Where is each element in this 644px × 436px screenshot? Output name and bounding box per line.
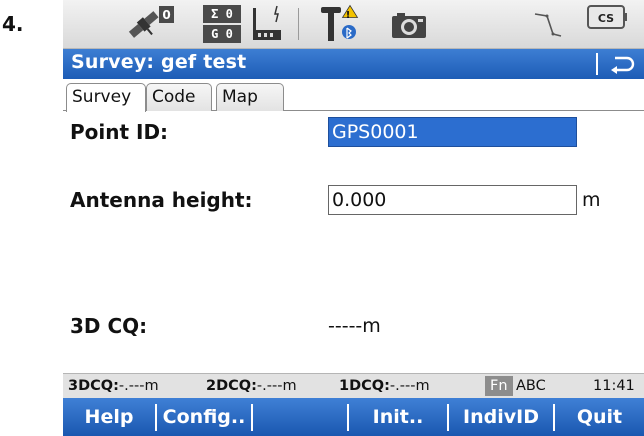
tab-map[interactable]: Map xyxy=(216,83,284,111)
point-id-field[interactable]: GPS0001 xyxy=(328,117,577,147)
step-number: 4. xyxy=(2,12,24,36)
cq3d-value: -.---m xyxy=(118,378,159,394)
clock-time: 11:41 xyxy=(593,378,635,394)
indiv-id-button[interactable]: IndivID xyxy=(449,398,553,436)
input-mode: ABC xyxy=(516,378,546,394)
svg-text:!: ! xyxy=(346,10,351,21)
tab-code[interactable]: Code xyxy=(146,83,212,111)
line-survey-icon[interactable] xyxy=(531,4,565,44)
controller-screen: 0 Σ 0 G 0 ! CS Survey: gef test Survey C… xyxy=(63,0,644,436)
softkey-bar: Help Config.. Init.. IndivID Quit xyxy=(63,398,644,436)
back-icon[interactable] xyxy=(603,51,641,77)
cq2d-value: -.---m xyxy=(256,378,297,394)
antenna-height-unit: m xyxy=(582,189,601,211)
antenna-height-field[interactable]: 0.000 xyxy=(328,185,577,215)
cq1d-label: 1DCQ: xyxy=(339,378,390,394)
cq3d-label: 3DCQ: xyxy=(68,378,119,394)
config-button[interactable]: Config.. xyxy=(157,398,251,436)
sigma-count: Σ 0 xyxy=(203,5,241,23)
gps-count: G 0 xyxy=(203,25,241,43)
init-button[interactable]: Init.. xyxy=(349,398,447,436)
fn-badge: Fn xyxy=(485,376,513,396)
sigma-gps-count-icon[interactable]: Σ 0 G 0 xyxy=(203,5,241,43)
quit-button[interactable]: Quit xyxy=(555,398,644,436)
cq-3d-label: 3D CQ: xyxy=(70,314,148,338)
help-button[interactable]: Help xyxy=(63,398,155,436)
quality-status-bar: 3DCQ:-.---m 2DCQ:-.---m 1DCQ:-.---m Fn A… xyxy=(63,373,644,398)
antenna-height-label: Antenna height: xyxy=(70,188,253,212)
cq1d-value: -.---m xyxy=(389,378,430,394)
satellite-icon[interactable]: 0 xyxy=(123,4,175,44)
point-id-label: Point ID: xyxy=(70,120,169,144)
satellite-count: 0 xyxy=(162,8,170,22)
title-separator xyxy=(596,53,598,75)
cs-controller-icon[interactable]: CS xyxy=(585,4,629,44)
page-title: Survey: gef test xyxy=(71,51,247,73)
status-icon-bar: 0 Σ 0 G 0 ! CS xyxy=(63,0,644,49)
status-separator xyxy=(298,8,299,40)
cs-label: CS xyxy=(598,12,614,25)
rover-bluetooth-icon[interactable]: ! xyxy=(319,4,369,44)
tab-survey[interactable]: Survey xyxy=(66,83,146,112)
cq2d-label: 2DCQ: xyxy=(206,378,257,394)
empty-softkey[interactable] xyxy=(253,398,347,436)
title-bar: Survey: gef test xyxy=(63,49,644,79)
cq-3d-value: -----m xyxy=(328,315,381,337)
base-radio-icon[interactable] xyxy=(249,4,289,44)
camera-icon[interactable] xyxy=(389,4,429,44)
